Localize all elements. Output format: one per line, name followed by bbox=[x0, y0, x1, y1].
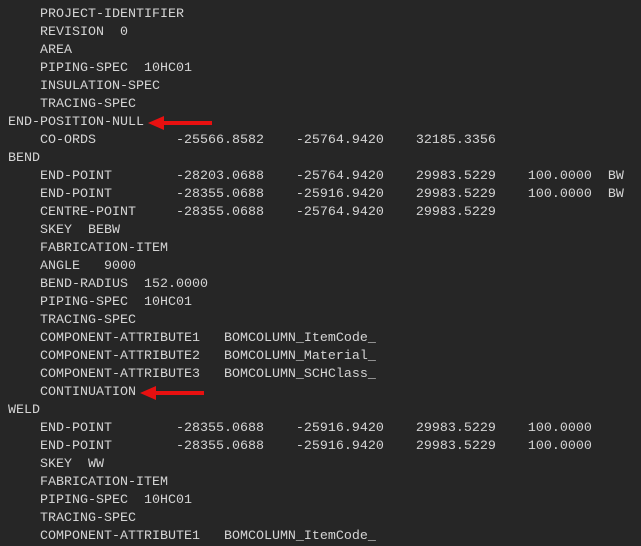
code-line: COMPONENT-ATTRIBUTE2 BOMCOLUMN_Material_ bbox=[8, 349, 376, 364]
code-line: TRACING-SPEC bbox=[8, 97, 136, 112]
code-line: END-POINT -28355.0688 -25916.9420 29983.… bbox=[8, 421, 592, 436]
code-line: AREA bbox=[8, 43, 72, 58]
code-line: CO-ORDS -25566.8582 -25764.9420 32185.33… bbox=[8, 133, 496, 148]
code-line: COMPONENT-ATTRIBUTE1 BOMCOLUMN_ItemCode_ bbox=[8, 331, 376, 346]
code-line: PIPING-SPEC 10HC01 bbox=[8, 61, 192, 76]
code-line: COMPONENT-ATTRIBUTE1 BOMCOLUMN_ItemCode_ bbox=[8, 529, 376, 544]
code-line: END-POINT -28355.0688 -25916.9420 29983.… bbox=[8, 439, 592, 454]
code-line: PIPING-SPEC 10HC01 bbox=[8, 295, 192, 310]
code-line: END-POINT -28355.0688 -25916.9420 29983.… bbox=[8, 187, 624, 202]
code-line: SKEY WW bbox=[8, 457, 104, 472]
code-line: PIPING-SPEC 10HC01 bbox=[8, 493, 192, 508]
code-line: END-POSITION-NULL bbox=[8, 115, 144, 130]
code-line: FABRICATION-ITEM bbox=[8, 475, 168, 490]
code-line: TRACING-SPEC bbox=[8, 313, 136, 328]
code-line: FABRICATION-ITEM bbox=[8, 241, 168, 256]
annotation-arrow-continuation bbox=[140, 385, 206, 400]
code-line: WELD bbox=[8, 403, 40, 418]
code-line: END-POINT -28203.0688 -25764.9420 29983.… bbox=[8, 169, 624, 184]
code-line: COMPONENT-ATTRIBUTE3 BOMCOLUMN_SCHClass_ bbox=[8, 367, 376, 382]
code-line: INSULATION-SPEC bbox=[8, 79, 160, 94]
code-line: REVISION 0 bbox=[8, 25, 128, 40]
code-line: TRACING-SPEC bbox=[8, 511, 136, 526]
text-editor[interactable]: ATTRIBUTES PROJECT-IDENTIFIER REVISION 0… bbox=[8, 0, 624, 546]
annotation-arrow-end-position-null bbox=[148, 115, 214, 130]
code-line: BEND-RADIUS 152.0000 bbox=[8, 277, 208, 292]
code-line: SKEY BEBW bbox=[8, 223, 120, 238]
code-line: CONTINUATION bbox=[8, 385, 136, 400]
code-line: CENTRE-POINT -28355.0688 -25764.9420 299… bbox=[8, 205, 496, 220]
code-line: PROJECT-IDENTIFIER bbox=[8, 7, 184, 22]
code-line: ANGLE 9000 bbox=[8, 259, 136, 274]
code-line: BEND bbox=[8, 151, 40, 166]
